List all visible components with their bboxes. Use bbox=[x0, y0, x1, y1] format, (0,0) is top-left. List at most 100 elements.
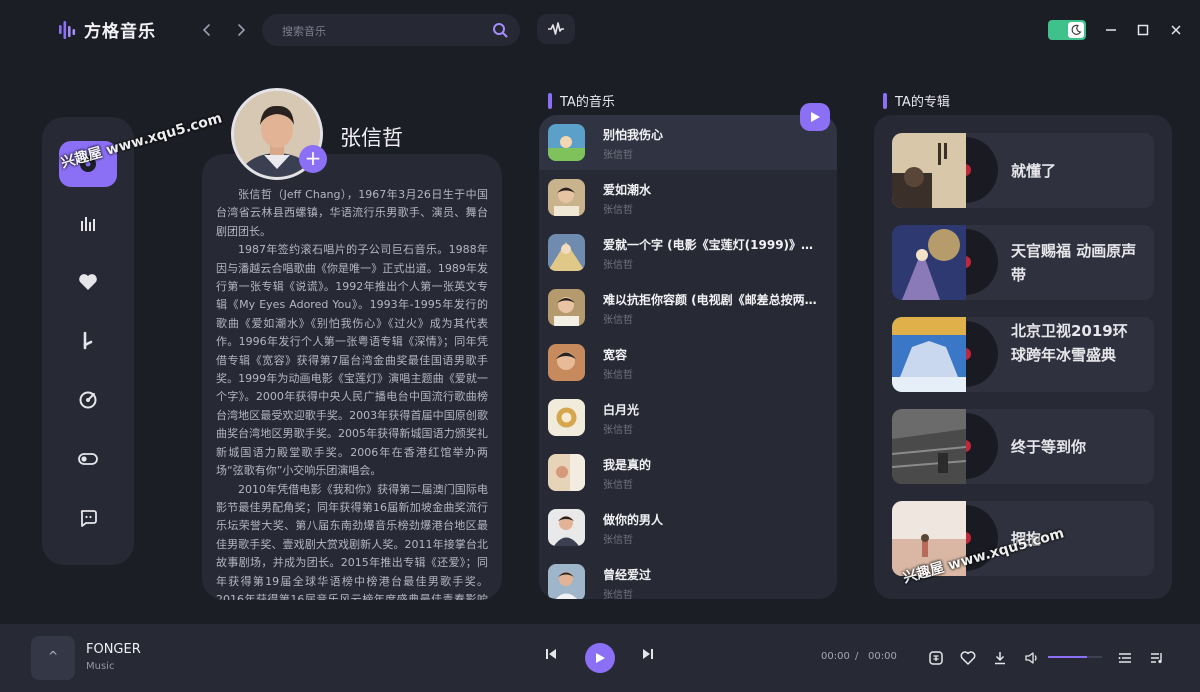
previous-track-icon[interactable] bbox=[545, 648, 557, 660]
time-separator: / bbox=[855, 651, 859, 662]
songs-title: TA的音乐 bbox=[560, 95, 615, 110]
section-accent-bar bbox=[883, 92, 887, 109]
radar-icon bbox=[78, 390, 98, 410]
album-cover bbox=[892, 133, 966, 208]
bar-chart-icon bbox=[79, 215, 97, 233]
sidebar-item-settings[interactable] bbox=[59, 436, 117, 482]
playlist-icon[interactable] bbox=[1117, 650, 1133, 666]
now-playing-subtitle: Music bbox=[86, 661, 115, 672]
song-title: 白月光 bbox=[603, 403, 640, 417]
song-row[interactable]: 曾经爱过 张信哲 bbox=[539, 555, 837, 599]
album-card[interactable]: 终于等到你 bbox=[892, 409, 1154, 484]
song-cover bbox=[548, 344, 585, 381]
next-track-icon[interactable] bbox=[642, 648, 654, 660]
current-time: 00:00 bbox=[821, 651, 850, 662]
waveform-logo-icon bbox=[58, 20, 78, 40]
heart-icon bbox=[78, 273, 98, 291]
song-cover bbox=[548, 124, 585, 161]
song-title: 我是真的 bbox=[603, 458, 652, 472]
sidebar-item-messages[interactable] bbox=[59, 495, 117, 541]
song-artist: 张信哲 bbox=[603, 590, 633, 599]
song-cover bbox=[548, 509, 585, 546]
song-row[interactable]: 爱如潮水 张信哲 bbox=[539, 170, 837, 225]
song-row[interactable]: 别怕我伤心 张信哲 bbox=[539, 115, 837, 170]
now-playing-title: FONGER bbox=[86, 642, 141, 657]
download-icon[interactable] bbox=[992, 650, 1008, 666]
play-pause-button[interactable] bbox=[585, 643, 615, 673]
song-artist: 张信哲 bbox=[603, 260, 633, 271]
minimize-button[interactable] bbox=[1101, 20, 1121, 40]
close-icon bbox=[1170, 24, 1182, 36]
album-title: 北京卫视2019环球跨年冰雪盛典 bbox=[1011, 322, 1128, 364]
song-cover bbox=[548, 289, 585, 326]
song-artist: 张信哲 bbox=[603, 370, 633, 381]
album-card[interactable]: 天官赐福 动画原声带 bbox=[892, 225, 1154, 300]
pulse-icon bbox=[547, 22, 565, 36]
song-artist: 张信哲 bbox=[603, 150, 633, 161]
sidebar-item-music[interactable] bbox=[59, 318, 117, 364]
albums-section-title: TA的专辑 bbox=[883, 91, 950, 110]
lyrics-icon[interactable] bbox=[928, 650, 944, 666]
volume-icon[interactable] bbox=[1024, 650, 1040, 666]
song-title: 别怕我伤心 bbox=[603, 128, 664, 142]
album-card[interactable]: 北京卫视2019环球跨年冰雪盛典 bbox=[892, 317, 1154, 392]
song-row[interactable]: 做你的男人 张信哲 bbox=[539, 500, 837, 555]
song-row[interactable]: 爱就一个字 (电影《宝莲灯(1999)》主题曲) 张信哲 bbox=[539, 225, 837, 280]
search-icon[interactable] bbox=[492, 22, 508, 38]
sidebar-item-charts[interactable] bbox=[59, 201, 117, 247]
song-cover bbox=[548, 454, 585, 491]
song-row[interactable]: 宽容 张信哲 bbox=[539, 335, 837, 390]
queue-music-icon[interactable] bbox=[1149, 650, 1165, 666]
expand-now-playing-button[interactable]: ^ bbox=[31, 636, 75, 680]
song-artist: 张信哲 bbox=[603, 480, 633, 491]
song-cover bbox=[548, 234, 585, 271]
search-input[interactable]: 搜索音乐 bbox=[282, 23, 326, 39]
follow-artist-button[interactable]: + bbox=[299, 145, 327, 173]
moon-icon bbox=[1068, 22, 1084, 38]
song-title: 曾经爱过 bbox=[603, 568, 652, 582]
song-artist: 张信哲 bbox=[603, 315, 633, 326]
album-title: 就懂了 bbox=[1011, 162, 1057, 180]
album-card[interactable]: 就懂了 bbox=[892, 133, 1154, 208]
sidebar bbox=[42, 117, 134, 565]
song-title: 宽容 bbox=[603, 348, 628, 362]
song-artist: 张信哲 bbox=[603, 535, 633, 546]
song-cover bbox=[548, 564, 585, 599]
song-row[interactable]: 我是真的 张信哲 bbox=[539, 445, 837, 500]
bio-paragraph: 张信哲（Jeff Chang），1967年3月26日生于中国台湾省云林县西螺镇，… bbox=[216, 188, 488, 238]
play-icon bbox=[809, 111, 821, 123]
album-cover bbox=[892, 225, 966, 300]
song-cover bbox=[548, 179, 585, 216]
song-artist: 张信哲 bbox=[603, 205, 633, 216]
album-list[interactable]: 就懂了 天官赐福 动画原声带 北京卫视2019环球跨年冰雪盛典 终于等到你 拥抱 bbox=[874, 115, 1172, 599]
music-note-icon bbox=[79, 331, 97, 351]
close-button[interactable] bbox=[1166, 20, 1186, 40]
bio-paragraph: 1987年签约滚石唱片的子公司巨石音乐。1988年因与潘越云合唱歌曲《你是唯一》… bbox=[216, 243, 488, 478]
song-row[interactable]: 白月光 张信哲 bbox=[539, 390, 837, 445]
album-cover bbox=[892, 409, 966, 484]
sidebar-item-favorites[interactable] bbox=[59, 259, 117, 305]
song-title: 难以抗拒你容颜 (电视剧《邮差总按两次铃》插曲) bbox=[603, 293, 825, 307]
sidebar-item-radar[interactable] bbox=[59, 377, 117, 423]
maximize-icon bbox=[1137, 24, 1149, 36]
chat-icon bbox=[78, 508, 98, 528]
listen-recognize-button[interactable] bbox=[537, 14, 575, 44]
player-bar: ^ FONGER Music 00:00 / 00:00 bbox=[0, 624, 1200, 692]
album-title: 终于等到你 bbox=[1011, 438, 1087, 456]
bio-paragraph: 2010年凭借电影《我和你》获得第二届澳门国际电影节最佳男配角奖；同年获得第16… bbox=[216, 482, 488, 601]
song-row[interactable]: 难以抗拒你容颜 (电视剧《邮差总按两次铃》插曲) 张信哲 bbox=[539, 280, 837, 335]
volume-slider[interactable] bbox=[1048, 656, 1102, 658]
play-all-button[interactable] bbox=[800, 103, 830, 131]
maximize-button[interactable] bbox=[1133, 20, 1153, 40]
song-title: 爱就一个字 (电影《宝莲灯(1999)》主题曲) bbox=[603, 238, 825, 252]
song-title: 做你的男人 bbox=[603, 513, 664, 527]
forward-button[interactable] bbox=[231, 20, 251, 40]
song-title: 爱如潮水 bbox=[603, 183, 652, 197]
back-button[interactable] bbox=[197, 20, 217, 40]
theme-toggle[interactable] bbox=[1048, 20, 1086, 40]
search-box[interactable]: 搜索音乐 bbox=[262, 14, 520, 46]
artist-bio-card[interactable]: 张信哲（Jeff Chang），1967年3月26日生于中国台湾省云林县西螺镇，… bbox=[202, 154, 502, 600]
section-accent-bar bbox=[548, 92, 552, 109]
like-heart-icon[interactable] bbox=[960, 650, 976, 666]
song-list[interactable]: 别怕我伤心 张信哲 爱如潮水 张信哲 爱就一个字 (电影《宝莲灯(1999)》主… bbox=[539, 115, 837, 599]
